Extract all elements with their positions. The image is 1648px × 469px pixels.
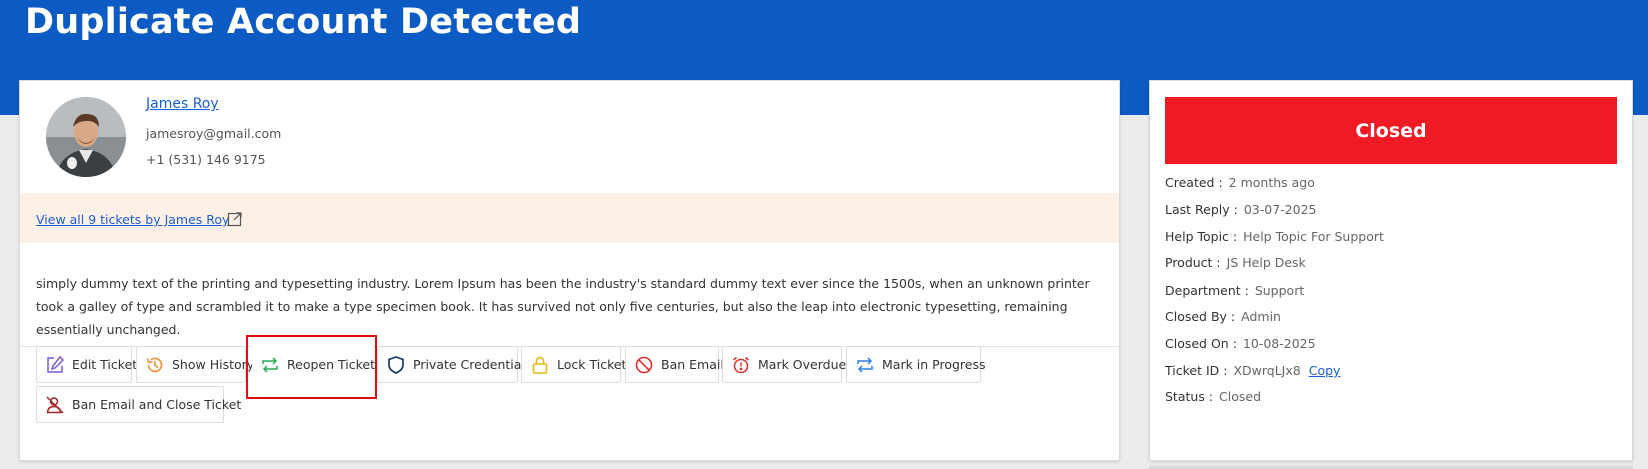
user-email: jamesroy@gmail.com — [146, 126, 282, 141]
external-link-icon[interactable] — [227, 211, 243, 227]
reopen-ticket-button[interactable]: Reopen Ticket — [252, 346, 375, 383]
info-label: Last Reply : — [1165, 202, 1238, 217]
info-row-status: Status : Closed — [1165, 389, 1261, 404]
reopen-icon — [262, 356, 278, 373]
show-history-label: Show History — [172, 357, 255, 372]
info-value: Closed — [1219, 389, 1262, 404]
info-value: Support — [1254, 283, 1305, 298]
info-label: Product : — [1165, 255, 1221, 270]
mark-overdue-label: Mark Overdue — [758, 357, 847, 372]
ban-user-icon — [46, 395, 64, 414]
status-banner: Closed — [1165, 97, 1617, 164]
info-row-closed-on: Closed On : 10-08-2025 — [1165, 336, 1316, 351]
info-value: XDwrqLJx8 — [1233, 363, 1301, 378]
edit-ticket-label: Edit Ticket — [72, 357, 138, 372]
info-label: Ticket ID : — [1165, 363, 1228, 378]
mark-in-progress-label: Mark in Progress — [882, 357, 986, 372]
lock-ticket-button[interactable]: Lock Ticket — [521, 346, 626, 383]
ban-email-button[interactable]: Ban Email — [625, 346, 724, 383]
info-row-created: Created : 2 months ago — [1165, 175, 1315, 190]
progress-icon — [857, 356, 873, 373]
copy-ticket-id-link[interactable]: Copy — [1309, 363, 1341, 378]
info-row-help-topic: Help Topic : Help Topic For Support — [1165, 229, 1384, 244]
ticket-description: simply dummy text of the printing and ty… — [36, 276, 1090, 337]
ban-email-and-close-ticket-button[interactable]: Ban Email and Close Ticket — [36, 386, 241, 423]
info-row-ticket-id: Ticket ID : XDwrqLJx8 Copy — [1165, 363, 1340, 378]
ban-email-label: Ban Email — [661, 357, 724, 372]
info-row-department: Department : Support — [1165, 283, 1304, 298]
avatar — [46, 97, 126, 177]
edit-icon — [47, 355, 65, 373]
private-credentials-button[interactable]: Private Credentials — [377, 346, 531, 383]
info-value: 2 months ago — [1228, 175, 1315, 190]
tickets-strip: View all 9 tickets by James Roy — [20, 193, 1119, 243]
info-label: Created : — [1165, 175, 1223, 190]
private-credentials-label: Private Credentials — [413, 357, 532, 372]
info-row-product: Product : JS Help Desk — [1165, 255, 1306, 270]
view-all-tickets-link[interactable]: View all 9 tickets by James Roy — [36, 212, 229, 227]
user-phone: +1 (531) 146 9175 — [146, 152, 266, 167]
lock-ticket-label: Lock Ticket — [557, 357, 627, 372]
info-label: Department : — [1165, 283, 1249, 298]
alarm-icon — [733, 356, 749, 373]
info-row-closed-by: Closed By : Admin — [1165, 309, 1281, 324]
lock-icon — [532, 356, 548, 374]
info-value: 10-08-2025 — [1242, 336, 1316, 351]
info-label: Status : — [1165, 389, 1214, 404]
user-name-link[interactable]: James Roy — [146, 96, 219, 112]
status-panel: Closed Created : 2 months ago Last Reply … — [1149, 80, 1633, 461]
shield-icon — [388, 355, 404, 374]
show-history-button[interactable]: Show History — [136, 346, 254, 383]
info-value: 03-07-2025 — [1243, 202, 1317, 217]
info-label: Closed By : — [1165, 309, 1236, 324]
info-value: Admin — [1241, 309, 1281, 324]
mark-overdue-button[interactable]: Mark Overdue — [722, 346, 846, 383]
mark-in-progress-button[interactable]: Mark in Progress — [846, 346, 986, 383]
reopen-ticket-label: Reopen Ticket — [287, 357, 375, 372]
info-value: Help Topic For Support — [1243, 229, 1384, 244]
edit-ticket-button[interactable]: Edit Ticket — [36, 346, 137, 383]
ban-email-and-close-label: Ban Email and Close Ticket — [72, 397, 242, 412]
info-row-last-reply: Last Reply : 03-07-2025 — [1165, 202, 1316, 217]
history-icon — [146, 357, 163, 372]
ban-icon — [635, 356, 653, 373]
info-label: Closed On : — [1165, 336, 1237, 351]
page-title: Duplicate Account Detected — [25, 2, 582, 42]
info-value: JS Help Desk — [1226, 255, 1306, 270]
info-label: Help Topic : — [1165, 229, 1238, 244]
